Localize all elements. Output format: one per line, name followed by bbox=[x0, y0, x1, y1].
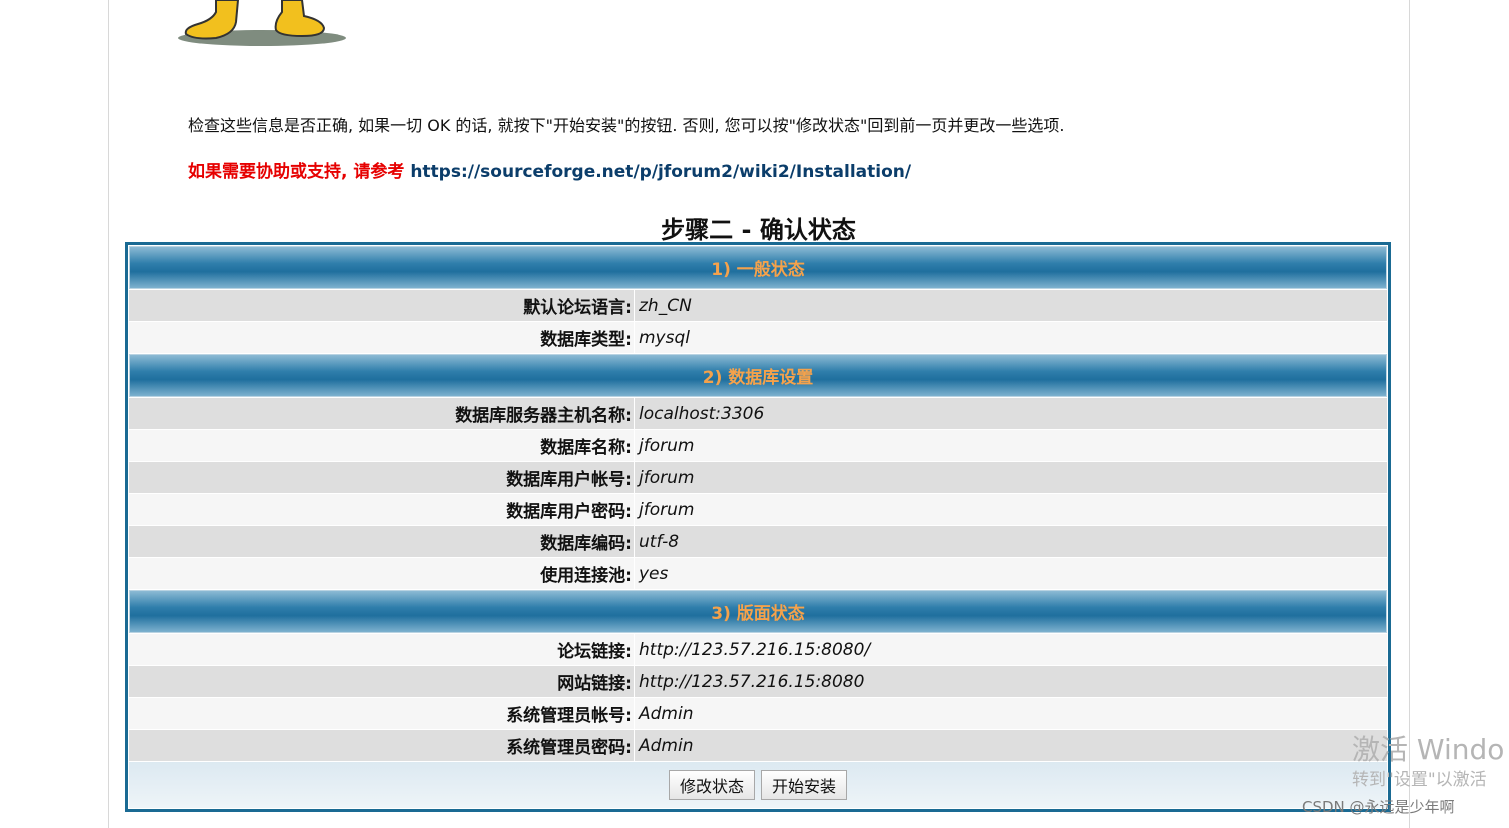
modify-status-button[interactable]: 修改状态 bbox=[668, 770, 755, 800]
button-bar: 修改状态 开始安装 bbox=[129, 762, 1387, 808]
help-prefix: 如果需要协助或支持, 请参考 bbox=[188, 162, 405, 182]
table-row: 默认论坛语言: zh_CN bbox=[129, 290, 1387, 321]
row-value: http://123.57.216.15:8080 bbox=[635, 666, 1387, 697]
jforum-mascot-feet-image bbox=[178, 0, 346, 46]
table-row: 数据库用户帐号: jforum bbox=[129, 462, 1387, 493]
row-value: Admin bbox=[635, 698, 1387, 729]
watermark-title: 激活 Windo bbox=[1352, 733, 1505, 766]
row-value: localhost:3306 bbox=[635, 398, 1387, 429]
row-value: utf-8 bbox=[635, 526, 1387, 557]
row-label: 数据库类型: bbox=[129, 322, 635, 353]
section-header-database: 2) 数据库设置 bbox=[129, 354, 1387, 397]
table-row: 数据库类型: mysql bbox=[129, 322, 1387, 353]
row-label: 数据库用户密码: bbox=[129, 494, 635, 525]
table-row: 数据库服务器主机名称: localhost:3306 bbox=[129, 398, 1387, 429]
intro-text: 检查这些信息是否正确, 如果一切 OK 的话, 就按下"开始安装"的按钮. 否则… bbox=[188, 116, 1065, 135]
table-row: 使用连接池: yes bbox=[129, 558, 1387, 589]
table-row: 数据库编码: utf-8 bbox=[129, 526, 1387, 557]
table-row: 系统管理员密码: Admin bbox=[129, 730, 1387, 761]
step-title: 步骤二 - 确认状态 bbox=[661, 216, 856, 244]
row-value: http://123.57.216.15:8080/ bbox=[635, 634, 1387, 665]
start-install-button[interactable]: 开始安装 bbox=[761, 770, 848, 800]
row-value: jforum bbox=[635, 430, 1387, 461]
table-row: 数据库名称: jforum bbox=[129, 430, 1387, 461]
row-label: 论坛链接: bbox=[129, 634, 635, 665]
table-row: 系统管理员帐号: Admin bbox=[129, 698, 1387, 729]
row-label: 默认论坛语言: bbox=[129, 290, 635, 321]
table-row: 网站链接: http://123.57.216.15:8080 bbox=[129, 666, 1387, 697]
row-label: 系统管理员帐号: bbox=[129, 698, 635, 729]
table-row: 数据库用户密码: jforum bbox=[129, 494, 1387, 525]
row-label: 系统管理员密码: bbox=[129, 730, 635, 761]
installation-help-link[interactable]: https://sourceforge.net/p/jforum2/wiki2/… bbox=[410, 162, 911, 182]
row-label: 数据库编码: bbox=[129, 526, 635, 557]
row-value: yes bbox=[635, 558, 1387, 589]
csdn-credit: CSDN @永远是少年啊 bbox=[1302, 798, 1455, 816]
watermark-subtitle: 转到"设置"以激活 bbox=[1352, 770, 1487, 790]
row-value: jforum bbox=[635, 494, 1387, 525]
row-value: zh_CN bbox=[635, 290, 1387, 321]
row-label: 数据库名称: bbox=[129, 430, 635, 461]
windows-activation-watermark: 激活 Windo 转到"设置"以激活 bbox=[1352, 732, 1509, 792]
help-line: 如果需要协助或支持, 请参考 https://sourceforge.net/p… bbox=[188, 157, 911, 182]
row-label: 网站链接: bbox=[129, 666, 635, 697]
row-label: 数据库服务器主机名称: bbox=[129, 398, 635, 429]
row-label: 数据库用户帐号: bbox=[129, 462, 635, 493]
row-value: mysql bbox=[635, 322, 1387, 353]
row-label: 使用连接池: bbox=[129, 558, 635, 589]
section-header-forum: 3) 版面状态 bbox=[129, 590, 1387, 633]
section-header-general: 1) 一般状态 bbox=[129, 246, 1387, 289]
confirm-status-table: 1) 一般状态 默认论坛语言: zh_CN 数据库类型: mysql 2) 数据… bbox=[125, 242, 1391, 812]
table-row: 论坛链接: http://123.57.216.15:8080/ bbox=[129, 634, 1387, 665]
row-value: Admin bbox=[635, 730, 1387, 761]
row-value: jforum bbox=[635, 462, 1387, 493]
